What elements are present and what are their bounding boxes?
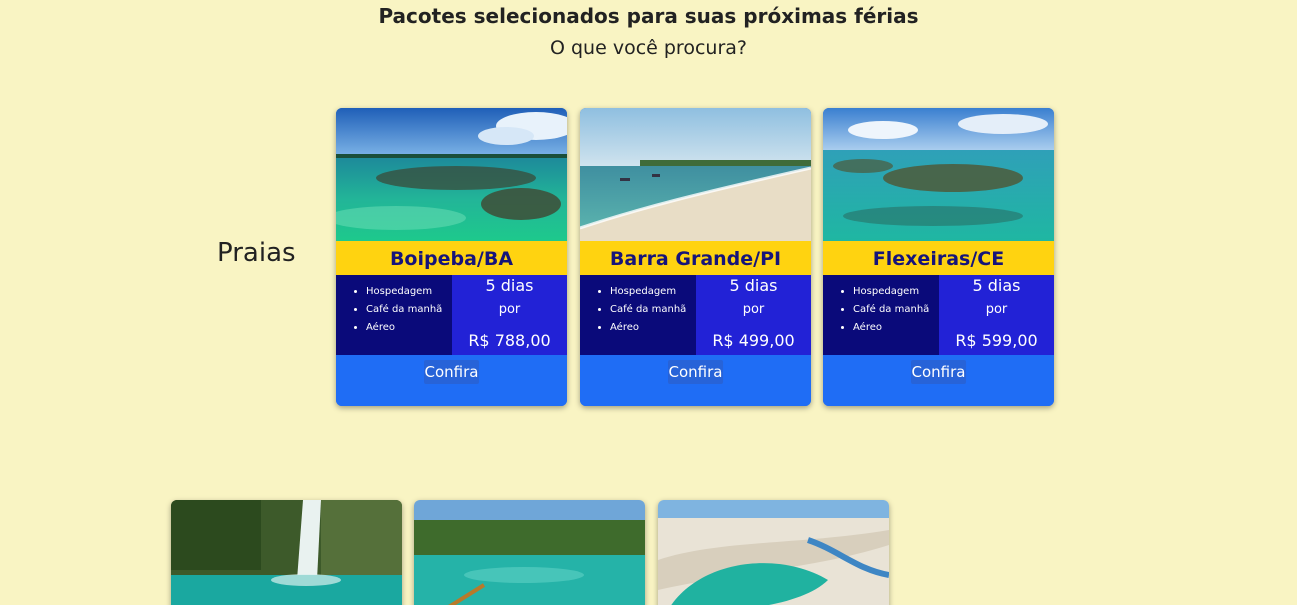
feature-item: Café da manhã	[366, 301, 452, 319]
card-image-boipeba	[336, 108, 567, 241]
package-card-barra-grande: Barra Grande/PI Hospedagem Café da manhã…	[580, 108, 811, 406]
card-days: 5 dias	[729, 276, 778, 295]
card-por-label: por	[498, 302, 521, 317]
package-card-waterfall-image	[171, 500, 402, 605]
card-features: Hospedagem Café da manhã Aéreo	[823, 275, 939, 355]
card-price: R$ 788,00	[468, 331, 551, 350]
feature-item: Hospedagem	[366, 283, 452, 301]
card-features: Hospedagem Café da manhã Aéreo	[336, 275, 452, 355]
card-footer: Confira	[823, 355, 1054, 406]
card-footer: Confira	[336, 355, 567, 406]
card-footer: Confira	[580, 355, 811, 406]
card-destination-name: Boipeba/BA	[336, 241, 567, 275]
package-card-boipeba: Boipeba/BA Hospedagem Café da manhã Aére…	[336, 108, 567, 406]
package-card-river-image	[414, 500, 645, 605]
card-price: R$ 599,00	[955, 331, 1038, 350]
feature-item: Aéreo	[610, 319, 696, 337]
package-card-dunes-image	[658, 500, 889, 605]
feature-item: Café da manhã	[853, 301, 939, 319]
card-price-box: 5 dias por R$ 599,00	[939, 275, 1054, 355]
feature-item: Café da manhã	[610, 301, 696, 319]
card-price: R$ 499,00	[712, 331, 795, 350]
card-image-flexeiras	[823, 108, 1054, 241]
confira-button[interactable]: Confira	[667, 360, 724, 384]
card-por-label: por	[985, 302, 1008, 317]
card-days: 5 dias	[972, 276, 1021, 295]
package-card-flexeiras: Flexeiras/CE Hospedagem Café da manhã Aé…	[823, 108, 1054, 406]
section-label-praias: Praias	[217, 238, 296, 268]
card-features: Hospedagem Café da manhã Aéreo	[580, 275, 696, 355]
card-image-barra-grande	[580, 108, 811, 241]
card-destination-name: Barra Grande/PI	[580, 241, 811, 275]
page-subtitle: O que você procura?	[550, 37, 747, 59]
card-price-box: 5 dias por R$ 499,00	[696, 275, 811, 355]
card-price-box: 5 dias por R$ 788,00	[452, 275, 567, 355]
feature-item: Hospedagem	[610, 283, 696, 301]
confira-button[interactable]: Confira	[423, 360, 480, 384]
page-title: Pacotes selecionados para suas próximas …	[378, 4, 919, 28]
card-destination-name: Flexeiras/CE	[823, 241, 1054, 275]
feature-item: Hospedagem	[853, 283, 939, 301]
feature-item: Aéreo	[366, 319, 452, 337]
card-por-label: por	[742, 302, 765, 317]
card-days: 5 dias	[485, 276, 534, 295]
confira-button[interactable]: Confira	[910, 360, 967, 384]
page: Pacotes selecionados para suas próximas …	[0, 0, 1297, 605]
feature-item: Aéreo	[853, 319, 939, 337]
